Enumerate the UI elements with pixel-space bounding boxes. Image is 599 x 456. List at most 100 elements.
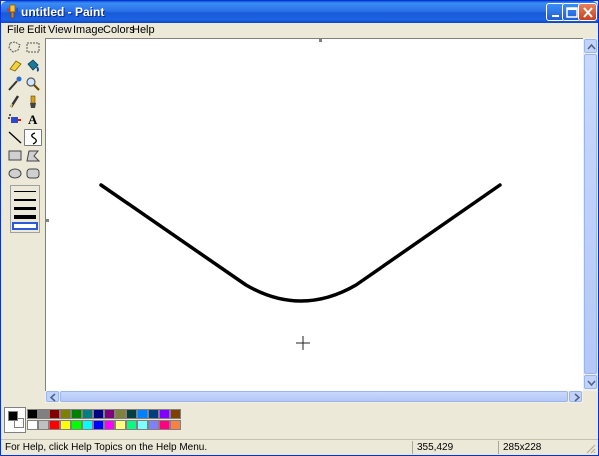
current-colors-box[interactable]	[4, 407, 26, 433]
palette-swatch[interactable]	[71, 409, 82, 419]
palette-swatch[interactable]	[60, 420, 71, 430]
menu-file[interactable]: File	[7, 24, 25, 36]
canvas-drawing	[46, 39, 502, 350]
status-cursor-coords: 355,429	[417, 442, 454, 453]
fill-icon	[27, 59, 39, 72]
line-width-3[interactable]	[14, 207, 36, 210]
scroll-left-icon	[49, 393, 56, 402]
menu-bar: File Edit View Image Colors Help	[1, 23, 598, 37]
curve-tool[interactable]	[24, 129, 42, 146]
pick-color-tool[interactable]	[6, 75, 24, 92]
palette-swatch[interactable]	[170, 409, 181, 419]
text-tool[interactable]: A	[24, 111, 42, 128]
menu-image[interactable]: Image	[73, 24, 104, 36]
crosshair-cursor-icon	[296, 336, 310, 350]
pencil-tool[interactable]	[6, 93, 24, 110]
free-form-select-tool[interactable]	[6, 39, 24, 56]
fill-tool[interactable]	[24, 57, 42, 74]
palette-swatch[interactable]	[137, 420, 148, 430]
palette-swatch[interactable]	[159, 420, 170, 430]
status-help-text: For Help, click Help Topics on the Help …	[5, 442, 208, 453]
palette-swatch[interactable]	[27, 409, 38, 419]
svg-text:A: A	[28, 112, 38, 127]
palette-swatch[interactable]	[115, 420, 126, 430]
curve-icon	[31, 132, 37, 145]
palette-swatch[interactable]	[115, 409, 126, 419]
palette-swatch[interactable]	[104, 420, 115, 430]
palette-swatch[interactable]	[49, 409, 60, 419]
rectangle-icon	[8, 150, 22, 161]
color-palette	[1, 403, 598, 439]
airbrush-tool[interactable]	[6, 111, 24, 128]
foreground-color	[8, 411, 18, 421]
resize-grip-icon[interactable]	[584, 442, 596, 454]
palette-swatch[interactable]	[93, 409, 104, 419]
paint-app-icon	[7, 4, 18, 19]
rectangle-tool[interactable]	[6, 147, 24, 164]
line-icon	[8, 131, 22, 144]
paint-window: untitled - Paint File Edit View Image Co…	[0, 0, 599, 456]
menu-help[interactable]: Help	[132, 24, 155, 36]
line-tool[interactable]	[6, 129, 24, 146]
palette-swatch[interactable]	[71, 420, 82, 430]
palette-swatch[interactable]	[93, 420, 104, 430]
palette-swatch[interactable]	[82, 420, 93, 430]
horizontal-scrollbar[interactable]	[45, 391, 583, 403]
palette-swatch[interactable]	[137, 409, 148, 419]
scroll-left-button[interactable]	[46, 391, 59, 402]
palette-swatch[interactable]	[159, 409, 170, 419]
scroll-up-icon	[587, 43, 596, 50]
palette-swatch[interactable]	[170, 420, 181, 430]
palette-swatch[interactable]	[82, 409, 93, 419]
drawn-curve	[99, 183, 502, 303]
scroll-right-button[interactable]	[569, 391, 582, 402]
palette-swatch[interactable]	[27, 420, 38, 430]
palette-swatch[interactable]	[126, 420, 137, 430]
palette-swatch[interactable]	[38, 420, 49, 430]
palette-swatch[interactable]	[148, 420, 159, 430]
palette-swatch[interactable]	[126, 409, 137, 419]
text-icon: A	[28, 112, 38, 127]
menu-edit[interactable]: Edit	[27, 24, 46, 36]
palette-swatch[interactable]	[38, 409, 49, 419]
line-width-2[interactable]	[14, 199, 36, 201]
vertical-scrollbar[interactable]	[583, 38, 598, 391]
canvas-resize-handle-top[interactable]	[319, 39, 322, 42]
horizontal-scroll-thumb[interactable]	[60, 391, 568, 402]
close-button[interactable]	[578, 3, 597, 21]
vertical-scroll-thumb[interactable]	[584, 54, 597, 374]
palette-swatch[interactable]	[148, 409, 159, 419]
line-width-selector[interactable]	[10, 185, 40, 233]
brush-tool[interactable]	[24, 93, 42, 110]
scroll-down-button[interactable]	[584, 375, 597, 389]
airbrush-icon	[8, 114, 21, 123]
drawing-canvas[interactable]	[45, 38, 583, 391]
line-width-1[interactable]	[14, 191, 36, 192]
magnifier-tool[interactable]	[24, 75, 42, 92]
rounded-rectangle-tool[interactable]	[24, 165, 42, 182]
menu-colors[interactable]: Colors	[103, 24, 135, 36]
select-icon	[26, 42, 40, 53]
title-bar[interactable]: untitled - Paint	[1, 1, 598, 23]
polygon-tool[interactable]	[24, 147, 42, 164]
eraser-icon	[9, 60, 22, 72]
select-tool[interactable]	[24, 39, 42, 56]
brush-icon	[30, 95, 36, 108]
scroll-up-button[interactable]	[584, 39, 597, 53]
eraser-tool[interactable]	[6, 57, 24, 74]
status-selection-size: 285x228	[503, 442, 542, 453]
toolbox: A	[2, 37, 45, 402]
palette-swatch[interactable]	[104, 409, 115, 419]
palette-swatch[interactable]	[60, 409, 71, 419]
free-form-select-icon	[8, 41, 21, 53]
palette-swatch[interactable]	[49, 420, 60, 430]
canvas-resize-handle-left[interactable]	[46, 219, 49, 222]
polygon-icon	[26, 150, 41, 162]
close-icon	[583, 7, 593, 18]
ellipse-icon	[8, 168, 22, 179]
scroll-right-icon	[574, 393, 581, 402]
line-width-4[interactable]	[14, 215, 36, 219]
ellipse-tool[interactable]	[6, 165, 24, 182]
menu-view[interactable]: View	[48, 24, 72, 36]
scroll-down-icon	[587, 380, 596, 387]
